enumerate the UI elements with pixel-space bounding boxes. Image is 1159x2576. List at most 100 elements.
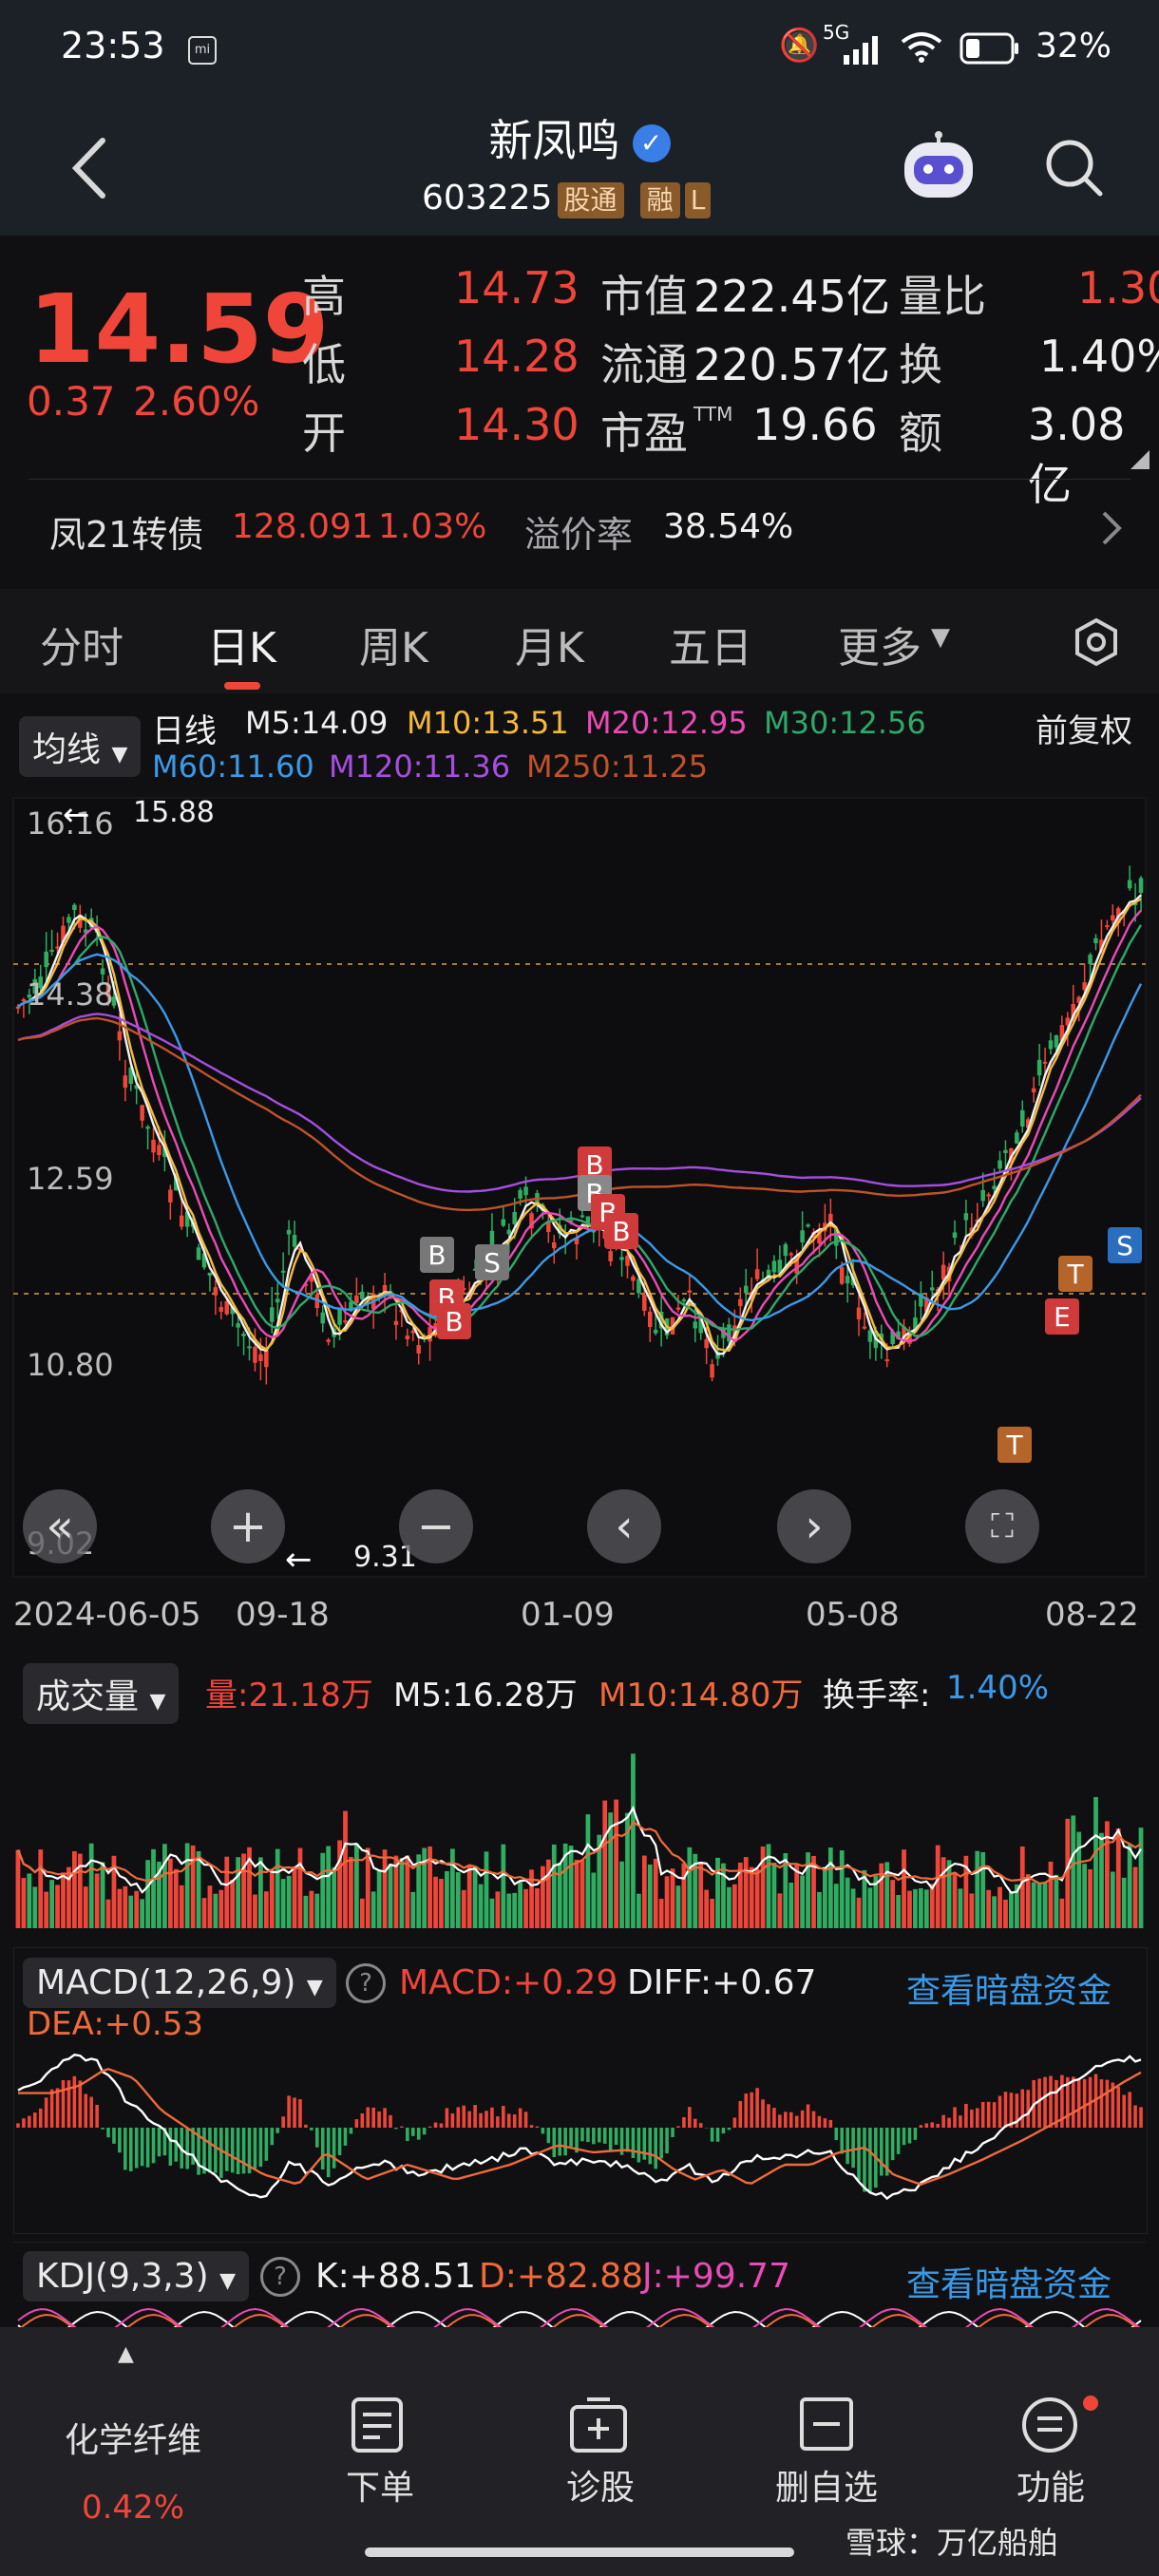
macd-bar <box>377 2111 381 2128</box>
macd-bar <box>151 2128 156 2164</box>
sector-button[interactable]: ▲ 化学纤维 0.42% <box>0 2327 266 2576</box>
macd-selector[interactable]: MACD(12,26,9) ▼ <box>23 1958 336 2008</box>
tab-monthly[interactable]: 月K <box>515 614 584 674</box>
macd-chart[interactable] <box>0 2023 1159 2232</box>
candle-body <box>998 1160 1002 1169</box>
volume-selector[interactable]: 成交量 ▼ <box>23 1663 180 1724</box>
candle-body <box>410 1330 416 1334</box>
macd-bar <box>78 2080 83 2128</box>
macd-bar <box>947 2117 951 2128</box>
volume-bar <box>940 1857 946 1928</box>
macd-bar <box>823 2118 827 2128</box>
dark-pool-link[interactable]: 查看暗盘资金 <box>906 1963 1112 2013</box>
macd-bar <box>28 2115 31 2128</box>
notification-icon: mi <box>188 36 217 65</box>
macd-bar <box>518 2108 522 2128</box>
macd-bar <box>1099 2079 1104 2128</box>
candle-body <box>642 1294 647 1312</box>
volume-bar <box>568 1846 574 1928</box>
tab-weekly[interactable]: 周K <box>359 614 428 674</box>
value-float-cap: 220.57亿 <box>694 339 890 390</box>
scroll-left-button[interactable]: ‹ <box>587 1489 661 1563</box>
zoom-out-button[interactable]: − <box>399 1489 473 1563</box>
candle-body <box>963 1213 969 1221</box>
robot-assistant-icon[interactable] <box>899 131 978 203</box>
macd-bar <box>473 2105 477 2128</box>
volume-bar <box>405 1855 410 1928</box>
candle-body <box>270 1307 275 1322</box>
candle-body <box>619 1257 624 1260</box>
volume-bar <box>591 1872 597 1928</box>
candle-body <box>264 1350 269 1368</box>
volume-bar <box>636 1893 641 1928</box>
candle-body <box>754 1269 760 1279</box>
trade-marker-label: B <box>428 1240 446 1271</box>
order-button[interactable]: 下单 <box>314 2327 446 2576</box>
volume-bar <box>1132 1866 1138 1928</box>
settings-hex-icon[interactable] <box>1072 617 1121 667</box>
volume-m10: M10:14.80万 <box>598 1676 804 1714</box>
tab-intraday[interactable]: 分时 <box>40 614 124 674</box>
macd-bar <box>715 2128 720 2142</box>
home-indicator <box>365 2548 794 2557</box>
help-icon[interactable]: ? <box>346 1963 386 2003</box>
candle-body <box>179 1215 184 1227</box>
convertible-bond-row[interactable]: 凤21转债 128.091 1.03% 溢价率 38.54% <box>0 481 1159 576</box>
macd-bar <box>721 2128 726 2134</box>
volume-bar <box>749 1866 754 1928</box>
volume-bar <box>349 1856 353 1928</box>
diagnose-button[interactable]: 诊股 <box>534 2327 667 2576</box>
volume-bar <box>320 1852 326 1928</box>
search-icon[interactable] <box>1041 135 1108 201</box>
volume-bar <box>833 1884 839 1928</box>
volume-bar <box>827 1847 833 1928</box>
label-pe: 市盈 <box>600 407 688 459</box>
macd-bar <box>986 2101 991 2128</box>
caret-down-icon: ▼ <box>931 623 950 652</box>
volume-bar <box>788 1882 794 1928</box>
price-change-pct: 2.60% <box>133 378 260 425</box>
volume-bar <box>1138 1828 1144 1928</box>
label-low: 低 <box>302 339 346 390</box>
kdj-selector[interactable]: KDJ(9,3,3) ▼ <box>23 2251 250 2301</box>
ma-selector[interactable]: 均线 ▼ <box>19 716 142 777</box>
macd-bar <box>1133 2105 1137 2128</box>
volume-bar <box>196 1851 201 1928</box>
macd-bar <box>315 2128 319 2148</box>
tab-five-day[interactable]: 五日 <box>669 614 752 674</box>
zoom-in-button[interactable]: + <box>211 1489 285 1563</box>
fullscreen-button[interactable]: ⛶ <box>965 1489 1039 1563</box>
ma30: M30:12.56 <box>764 705 926 741</box>
macd-bar <box>924 2123 929 2128</box>
macd-bar <box>896 2128 901 2154</box>
tab-more[interactable]: 更多 <box>838 614 922 674</box>
volume-bar <box>484 1851 489 1928</box>
macd-bar <box>354 2119 359 2128</box>
scroll-right-button[interactable]: › <box>777 1489 851 1563</box>
candle-body <box>280 1270 286 1273</box>
low-marker-arrow: ← <box>285 1541 313 1579</box>
volume-chart[interactable] <box>0 1724 1159 1933</box>
zoom-all-left-button[interactable]: « <box>23 1489 97 1563</box>
tag-margin: 融 <box>639 182 680 218</box>
candle-body <box>552 1241 557 1249</box>
dark-pool-link-2[interactable]: 查看暗盘资金 <box>906 2257 1112 2306</box>
volume-bar <box>817 1891 822 1928</box>
macd-bar <box>980 2102 985 2128</box>
volume-bar <box>117 1888 123 1928</box>
volume-bar <box>433 1876 438 1928</box>
trade-marker-label: S <box>1116 1230 1133 1261</box>
macd-bar <box>168 2128 173 2167</box>
macd-bar <box>750 2092 753 2128</box>
macd-bar <box>383 2108 387 2128</box>
adjust-mode[interactable]: 前复权 <box>1036 705 1132 751</box>
label-open: 开 <box>302 407 346 459</box>
tab-daily[interactable]: 日K <box>207 614 276 674</box>
candle-body <box>196 1247 201 1260</box>
double-left-icon: « <box>46 1500 74 1553</box>
macd-bar <box>422 2128 427 2135</box>
macd-bar <box>366 2107 370 2128</box>
expand-corner-icon[interactable] <box>1130 450 1150 469</box>
macd-bar <box>241 2128 246 2174</box>
help-icon[interactable]: ? <box>260 2257 300 2297</box>
